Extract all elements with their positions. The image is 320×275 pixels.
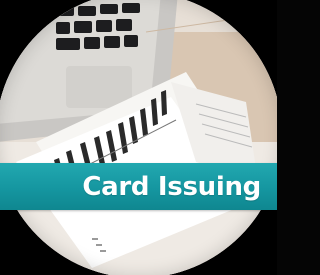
card-issuing-label: Card Issuing (82, 171, 261, 202)
card-issuing-tile[interactable]: Card Issuing (0, 0, 277, 275)
laptop-and-bar-chart-papers-icon (0, 0, 277, 275)
caption-band: Card Issuing (0, 163, 277, 210)
desk-photo (0, 0, 277, 275)
